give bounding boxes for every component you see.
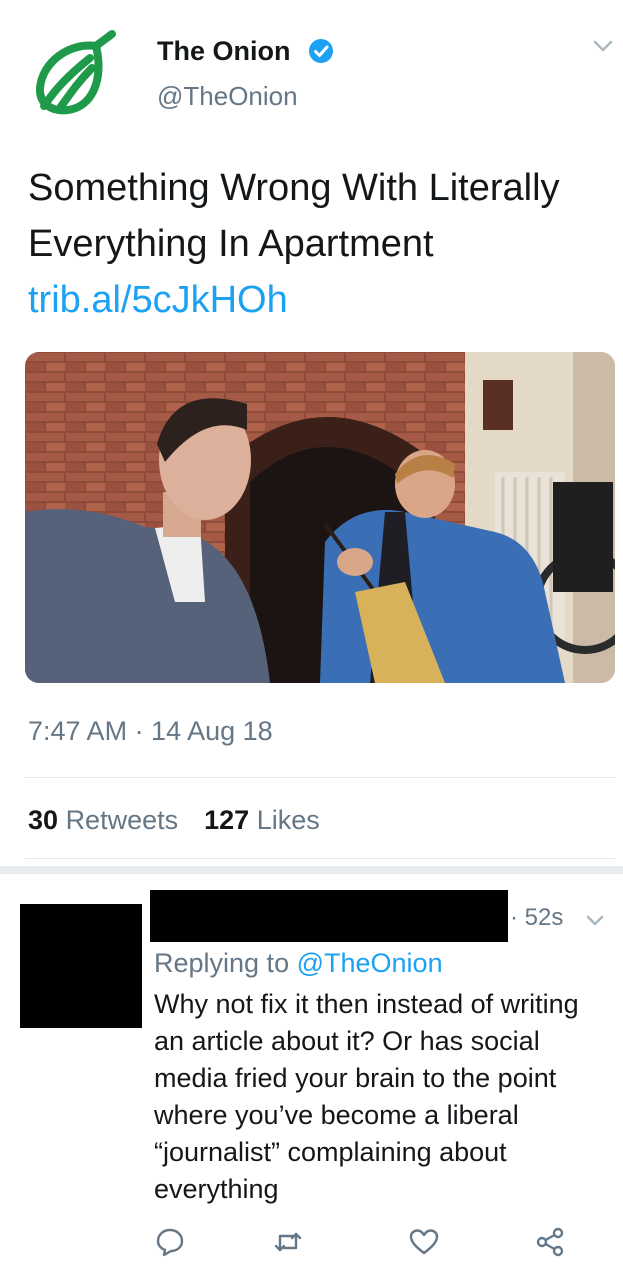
replying-to: Replying to @TheOnion: [154, 948, 443, 979]
like-icon[interactable]: [408, 1226, 440, 1258]
tweet-timestamp[interactable]: 7:47 AM · 14 Aug 18: [28, 716, 273, 747]
retweet-icon[interactable]: [272, 1226, 304, 1258]
divider: [25, 777, 615, 778]
chevron-down-icon[interactable]: [592, 38, 614, 54]
tweet: The Onion @TheOnion Something Wrong With…: [0, 0, 623, 870]
replying-prefix: Replying to: [154, 948, 290, 978]
tweet-link[interactable]: trib.al/5cJkHOh: [28, 279, 288, 321]
section-separator: [0, 866, 623, 874]
tweet-body: Something Wrong With Literally Everythin…: [28, 167, 560, 265]
reply-timestamp[interactable]: · 52s: [510, 904, 563, 932]
reply-tweet: · 52s Replying to @TheOnion Why not fix …: [0, 874, 623, 1280]
tweet-stats: 30 Retweets 127 Likes: [28, 805, 320, 836]
reply-text: Why not fix it then instead of writing a…: [154, 989, 579, 1204]
author-handle[interactable]: @TheOnion: [157, 81, 298, 112]
author-name[interactable]: The Onion: [157, 36, 290, 67]
action-bar: [0, 1226, 623, 1266]
redacted-avatar: [20, 904, 142, 1028]
replying-handle[interactable]: @TheOnion: [297, 948, 443, 978]
chevron-down-icon[interactable]: [585, 914, 605, 928]
share-icon[interactable]: [534, 1226, 566, 1258]
retweet-label[interactable]: Retweets: [66, 805, 179, 835]
tweet-photo[interactable]: [25, 352, 615, 683]
like-count[interactable]: 127: [204, 805, 249, 835]
like-label[interactable]: Likes: [257, 805, 320, 835]
verified-badge-icon: [309, 39, 333, 63]
divider: [25, 858, 615, 859]
onion-logo-icon[interactable]: [30, 30, 120, 120]
redacted-name: [150, 890, 508, 942]
tweet-text: Something Wrong With Literally Everythin…: [28, 160, 608, 328]
reply-icon[interactable]: [154, 1226, 186, 1258]
retweet-count[interactable]: 30: [28, 805, 58, 835]
